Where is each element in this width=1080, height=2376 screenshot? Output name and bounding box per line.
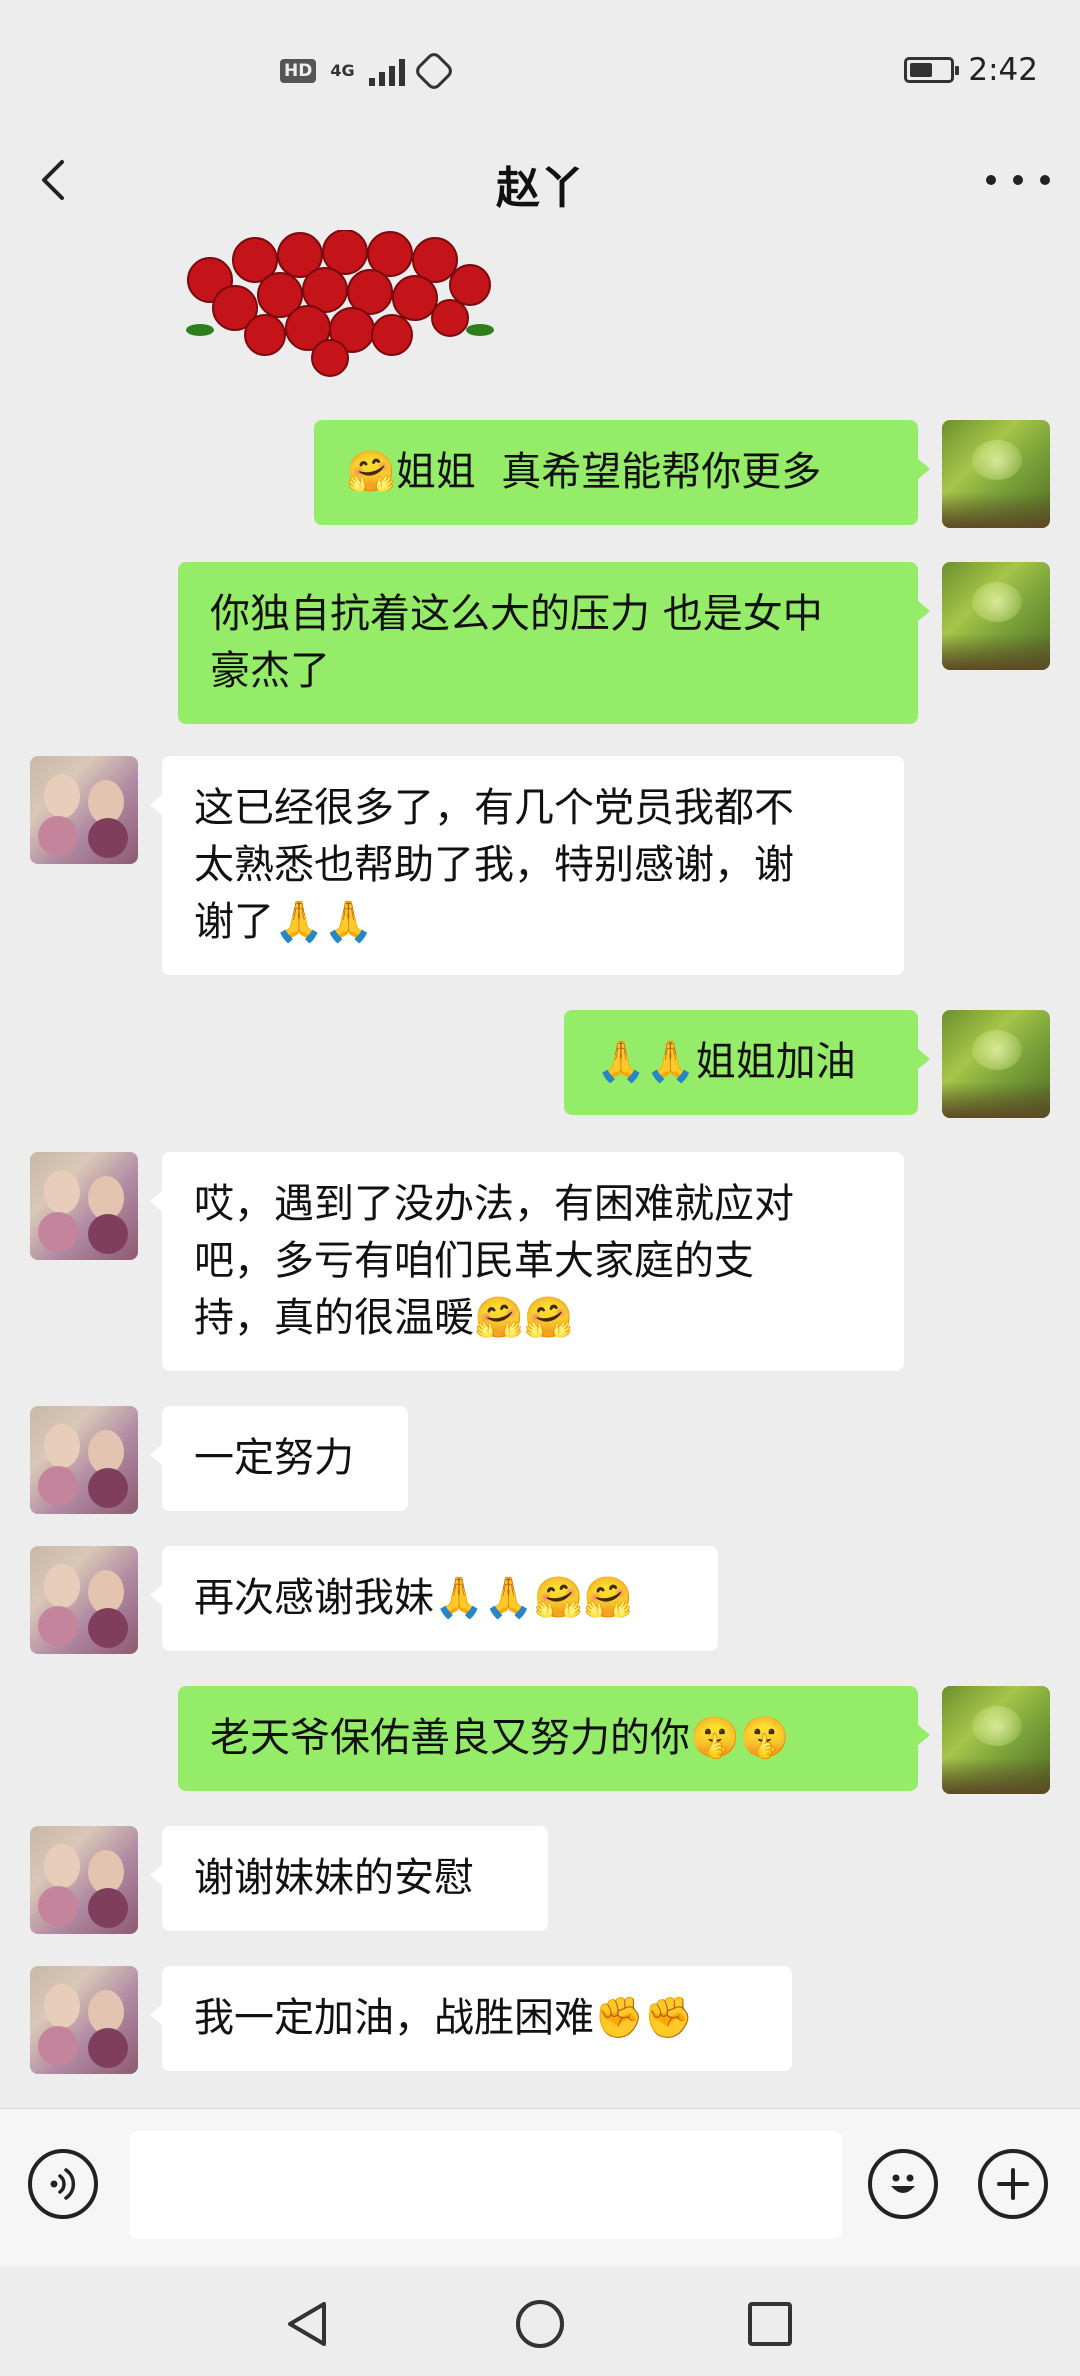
message-row: 老天爷保佑善良又努力的你🤫🤫 xyxy=(178,1686,1050,1794)
message-bubble-received[interactable]: 我一定加油，战胜困难✊✊ xyxy=(150,1966,792,2071)
message-row: 你独自抗着这么大的压力 也是女中 豪杰了 xyxy=(178,562,1050,724)
message-row: 🙏🙏姐姐加油 xyxy=(564,1010,1050,1118)
nav-back-icon[interactable] xyxy=(280,2296,336,2352)
network-type: 4G xyxy=(330,61,355,80)
more-dots-icon[interactable] xyxy=(986,160,1050,200)
roses-sticker[interactable] xyxy=(180,230,500,380)
avatar[interactable] xyxy=(30,1966,138,2074)
chat-title: 赵丫 xyxy=(496,163,584,214)
message-bubble-sent[interactable]: 🤗姐姐 真希望能帮你更多 xyxy=(314,420,930,525)
nav-recents-icon[interactable] xyxy=(742,2296,798,2352)
message-bubble-received[interactable]: 哎，遇到了没办法，有困难就应对 吧，多亏有咱们民革大家庭的支 持，真的很温暖🤗🤗 xyxy=(150,1152,904,1371)
voice-icon[interactable] xyxy=(28,2149,98,2219)
input-bar xyxy=(0,2108,1080,2267)
hd-badge: HD xyxy=(280,59,317,83)
avatar[interactable] xyxy=(30,756,138,864)
signal-icon xyxy=(368,56,405,86)
message-row: 谢谢妹妹的安慰 xyxy=(30,1826,548,1934)
nav-home-icon[interactable] xyxy=(512,2296,568,2352)
message-row: 我一定加油，战胜困难✊✊ xyxy=(30,1966,792,2074)
message-row: 一定努力 xyxy=(30,1406,408,1514)
message-bubble-sent[interactable]: 🙏🙏姐姐加油 xyxy=(564,1010,930,1115)
message-bubble-sent[interactable]: 你独自抗着这么大的压力 也是女中 豪杰了 xyxy=(178,562,930,724)
chat-header: 赵丫 xyxy=(0,130,1080,230)
avatar[interactable] xyxy=(942,1686,1050,1794)
avatar[interactable] xyxy=(30,1546,138,1654)
message-list[interactable]: 🤗姐姐 真希望能帮你更多 你独自抗着这么大的压力 也是女中 豪杰了 这已经很多了… xyxy=(0,230,1080,2110)
message-bubble-received[interactable]: 一定努力 xyxy=(150,1406,408,1511)
status-icons-left: HD 4G xyxy=(280,49,455,93)
message-row: 再次感谢我妹🙏🙏🤗🤗 xyxy=(30,1546,718,1654)
plus-icon[interactable] xyxy=(978,2149,1048,2219)
clock: 2:42 xyxy=(968,52,1038,88)
status-icons-right: 2:42 xyxy=(904,52,1038,88)
avatar[interactable] xyxy=(30,1152,138,1260)
avatar[interactable] xyxy=(30,1826,138,1934)
message-input[interactable] xyxy=(130,2131,842,2239)
status-bar: HD 4G 2:42 xyxy=(0,0,1080,150)
message-bubble-received[interactable]: 再次感谢我妹🙏🙏🤗🤗 xyxy=(150,1546,718,1651)
system-nav-bar xyxy=(0,2266,1080,2376)
emoji-icon[interactable] xyxy=(868,2149,938,2219)
avatar[interactable] xyxy=(942,1010,1050,1118)
avatar[interactable] xyxy=(942,562,1050,670)
message-bubble-received[interactable]: 谢谢妹妹的安慰 xyxy=(150,1826,548,1931)
message-row: 这已经很多了，有几个党员我都不 太熟悉也帮助了我，特别感谢，谢 谢了🙏🙏 xyxy=(30,756,904,975)
battery-icon xyxy=(904,57,960,83)
avatar[interactable] xyxy=(30,1406,138,1514)
message-row: 哎，遇到了没办法，有困难就应对 吧，多亏有咱们民革大家庭的支 持，真的很温暖🤗🤗 xyxy=(30,1152,904,1371)
message-row: 🤗姐姐 真希望能帮你更多 xyxy=(314,420,1050,528)
message-bubble-received[interactable]: 这已经很多了，有几个党员我都不 太熟悉也帮助了我，特别感谢，谢 谢了🙏🙏 xyxy=(150,756,904,975)
avatar[interactable] xyxy=(942,420,1050,528)
message-bubble-sent[interactable]: 老天爷保佑善良又努力的你🤫🤫 xyxy=(178,1686,930,1791)
shield-icon xyxy=(412,49,455,93)
